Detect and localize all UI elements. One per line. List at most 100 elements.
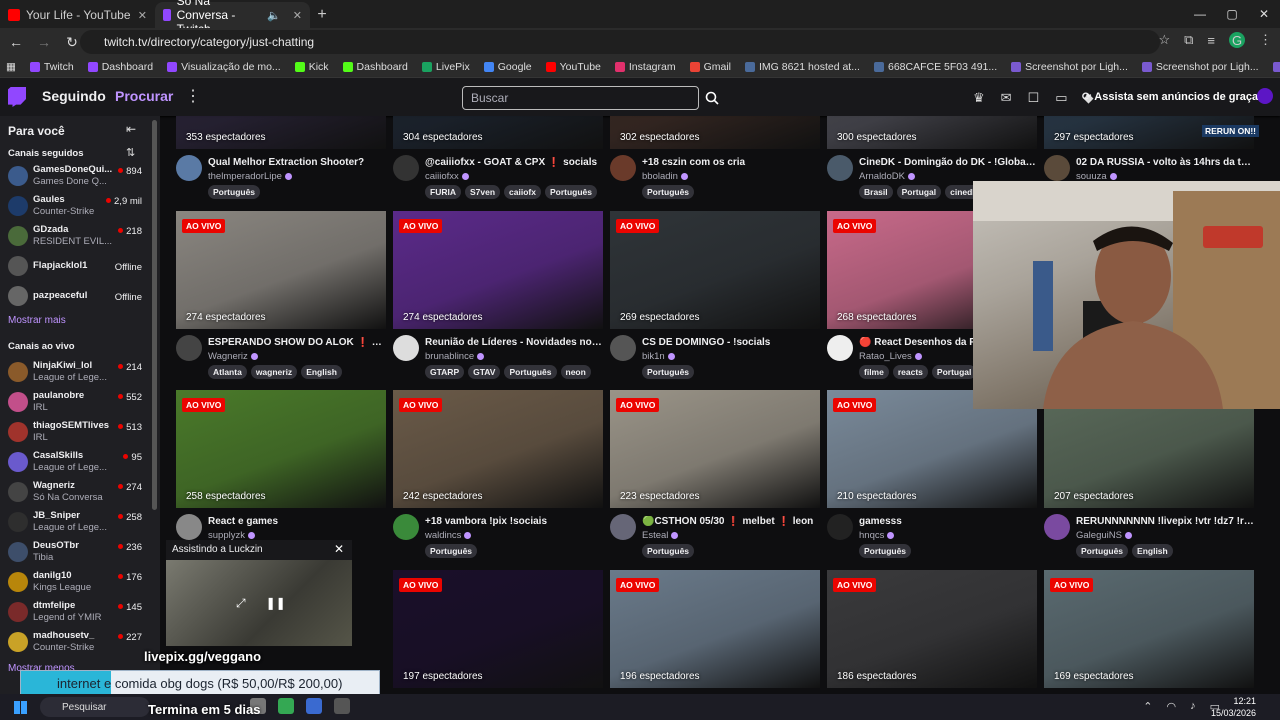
pause-icon[interactable]: ❚❚ <box>266 596 286 611</box>
sidebar-channel[interactable]: GamesDoneQui... Games Done Q... 894 <box>8 162 152 190</box>
tag[interactable]: Português <box>504 365 557 379</box>
channel-name[interactable]: thelmperadorLipe <box>208 171 292 182</box>
bookmark-item[interactable]: 668CAFCE 5F03 491... <box>873 61 997 73</box>
bookmark-item[interactable]: Gmail <box>689 61 731 73</box>
sidebar-channel[interactable]: madhousetv_ Counter-Strike 227 <box>8 628 152 656</box>
notifications-icon[interactable]: ▭ <box>1055 90 1067 106</box>
channel-name[interactable]: caiiiofxx <box>425 171 469 182</box>
stream-thumbnail[interactable]: AO VIVO 186 espectadores <box>827 570 1037 688</box>
tag[interactable]: Português <box>642 365 695 379</box>
channel-name[interactable]: brunablince <box>425 351 484 362</box>
avatar[interactable] <box>1044 514 1070 540</box>
turbo-button[interactable]: ⟳ Assista sem anúncios de graça <box>1082 90 1258 103</box>
apps-icon[interactable]: ▦ <box>6 61 16 73</box>
sidebar-channel[interactable]: JB_Sniper League of Lege... 258 <box>8 508 152 536</box>
channel-name[interactable]: Wagneriz <box>208 351 258 362</box>
stream-title[interactable]: +18 cszin com os cria <box>642 157 820 168</box>
stream-thumbnail[interactable]: AO VIVO 169 espectadores <box>1044 570 1254 688</box>
expand-icon[interactable]: ⤢ <box>236 596 246 611</box>
app-icon[interactable] <box>306 698 322 714</box>
avatar[interactable] <box>827 335 853 361</box>
tag[interactable]: Português <box>544 185 597 199</box>
bookmark-item[interactable]: LivePix <box>421 61 470 73</box>
mini-player[interactable]: Assistindo a Luckzin ✕ ⤢ ❚❚ <box>166 540 352 646</box>
channel-name[interactable]: GaleguiNS <box>1076 530 1132 541</box>
stream-thumbnail[interactable]: AO VIVO 196 espectadores <box>610 570 820 688</box>
chevron-up-icon[interactable]: ⌃ <box>1143 700 1152 713</box>
search-button[interactable] <box>702 86 722 110</box>
bookmark-item[interactable]: Instagram <box>614 61 676 73</box>
sidebar-channel[interactable]: CasalSkills League of Lege... 95 <box>8 448 152 476</box>
tag[interactable]: English <box>301 365 342 379</box>
collapse-icon[interactable]: ⇤ <box>126 122 136 136</box>
sidebar-channel[interactable]: danilg10 Kings League 176 <box>8 568 152 596</box>
sidebar-channel[interactable]: thiagoSEMTlives IRL 513 <box>8 418 152 446</box>
bookmark-item[interactable]: Screenshot por Ligh... <box>1272 61 1280 73</box>
stream-title[interactable]: @caiiiofxx - GOAT & CPX ❗ socials <box>425 157 603 168</box>
taskbar-search[interactable]: Pesquisar <box>40 697 150 717</box>
taskbar-clock[interactable]: 12:21 15/03/2026 <box>1211 695 1256 719</box>
sidebar-channel[interactable]: DeusOTbr Tibia 236 <box>8 538 152 566</box>
nav-browse[interactable]: Procurar <box>115 88 173 104</box>
bookmark-item[interactable]: Google <box>483 61 532 73</box>
sort-icon[interactable]: ⇅ <box>126 146 135 159</box>
tab-twitch[interactable]: Só Na Conversa - Twitch 🔈 ✕ <box>155 0 310 36</box>
close-icon[interactable]: ✕ <box>138 9 147 22</box>
tag[interactable]: Português <box>208 185 261 199</box>
stream-thumbnail[interactable]: AO VIVO 197 espectadores <box>393 570 603 688</box>
stream-thumbnail[interactable]: AO VIVO 258 espectadores <box>176 390 386 508</box>
channel-name[interactable]: bboladin <box>642 171 688 182</box>
tag[interactable]: GTARP <box>425 365 465 379</box>
channel-name[interactable]: ArnaldoDK <box>859 171 915 182</box>
avatar[interactable] <box>176 155 202 181</box>
crown-icon[interactable]: ♛ <box>973 90 985 106</box>
tag[interactable]: Portugal <box>931 365 977 379</box>
channel-name[interactable]: Esteal <box>642 530 678 541</box>
extensions-icon[interactable]: ⧉ <box>1184 32 1193 48</box>
avatar[interactable] <box>1044 155 1070 181</box>
tag[interactable]: Português <box>1076 544 1129 558</box>
stream-title[interactable]: 02 DA RUSSIA - volto às 14hrs da tard... <box>1076 157 1254 168</box>
sidebar-channel[interactable]: dtmfelipe Legend of YMIR 145 <box>8 598 152 626</box>
stream-thumbnail[interactable]: 302 espectadores <box>610 116 820 149</box>
mute-icon[interactable]: 🔈 <box>267 9 281 22</box>
more-icon[interactable]: ⋮ <box>185 86 201 106</box>
stream-thumbnail[interactable]: AO VIVO 274 espectadores <box>176 211 386 329</box>
stream-thumbnail[interactable]: AO VIVO 242 espectadores <box>393 390 603 508</box>
tag[interactable]: Portugal <box>896 185 942 199</box>
bookmark-star-icon[interactable]: ☆ <box>1158 32 1170 48</box>
stream-title[interactable]: 🟢CSTHON 05/30 ❗ melbet ❗ leon <box>642 516 820 527</box>
avatar[interactable] <box>393 514 419 540</box>
media-icon[interactable]: ≡ <box>1207 33 1215 48</box>
stream-thumbnail[interactable]: 300 espectadores <box>827 116 1037 149</box>
tag[interactable]: FURIA <box>425 185 461 199</box>
user-avatar[interactable] <box>1257 88 1273 104</box>
tag[interactable]: filme <box>859 365 889 379</box>
back-icon[interactable]: ← <box>8 34 24 50</box>
tag[interactable]: Português <box>859 544 912 558</box>
channel-name[interactable]: Ratao_Lives <box>859 351 922 362</box>
tab-youtube[interactable]: Your Life - YouTube ✕ <box>0 2 155 28</box>
nav-following[interactable]: Seguindo <box>42 88 106 104</box>
tag[interactable]: Atlanta <box>208 365 247 379</box>
stream-title[interactable]: gamesss <box>859 516 1037 527</box>
stream-thumbnail[interactable]: AO VIVO 223 espectadores <box>610 390 820 508</box>
tag[interactable]: Português <box>425 544 478 558</box>
stream-thumbnail[interactable]: AO VIVO 269 espectadores <box>610 211 820 329</box>
sidebar-channel[interactable]: paulanobre IRL 552 <box>8 388 152 416</box>
avatar[interactable] <box>176 335 202 361</box>
channel-name[interactable]: bik1n <box>642 351 675 362</box>
avatar[interactable] <box>610 335 636 361</box>
forward-icon[interactable]: → <box>36 34 52 50</box>
wifi-icon[interactable]: ◠ <box>1166 700 1176 713</box>
windows-start-icon[interactable] <box>14 701 27 714</box>
maximize-icon[interactable]: ▢ <box>1216 0 1248 28</box>
sidebar-scrollbar[interactable] <box>152 120 157 510</box>
avatar[interactable] <box>176 514 202 540</box>
tag[interactable]: caiiofx <box>504 185 541 199</box>
bookmark-item[interactable]: IMG 8621 hosted at... <box>745 61 860 73</box>
url-field[interactable]: twitch.tv/directory/category/just-chatti… <box>80 30 1160 54</box>
tag[interactable]: wagneriz <box>250 365 298 379</box>
stream-title[interactable]: +18 vambora !pix !sociais <box>425 516 603 527</box>
channel-name[interactable]: hnqcs <box>859 530 894 541</box>
